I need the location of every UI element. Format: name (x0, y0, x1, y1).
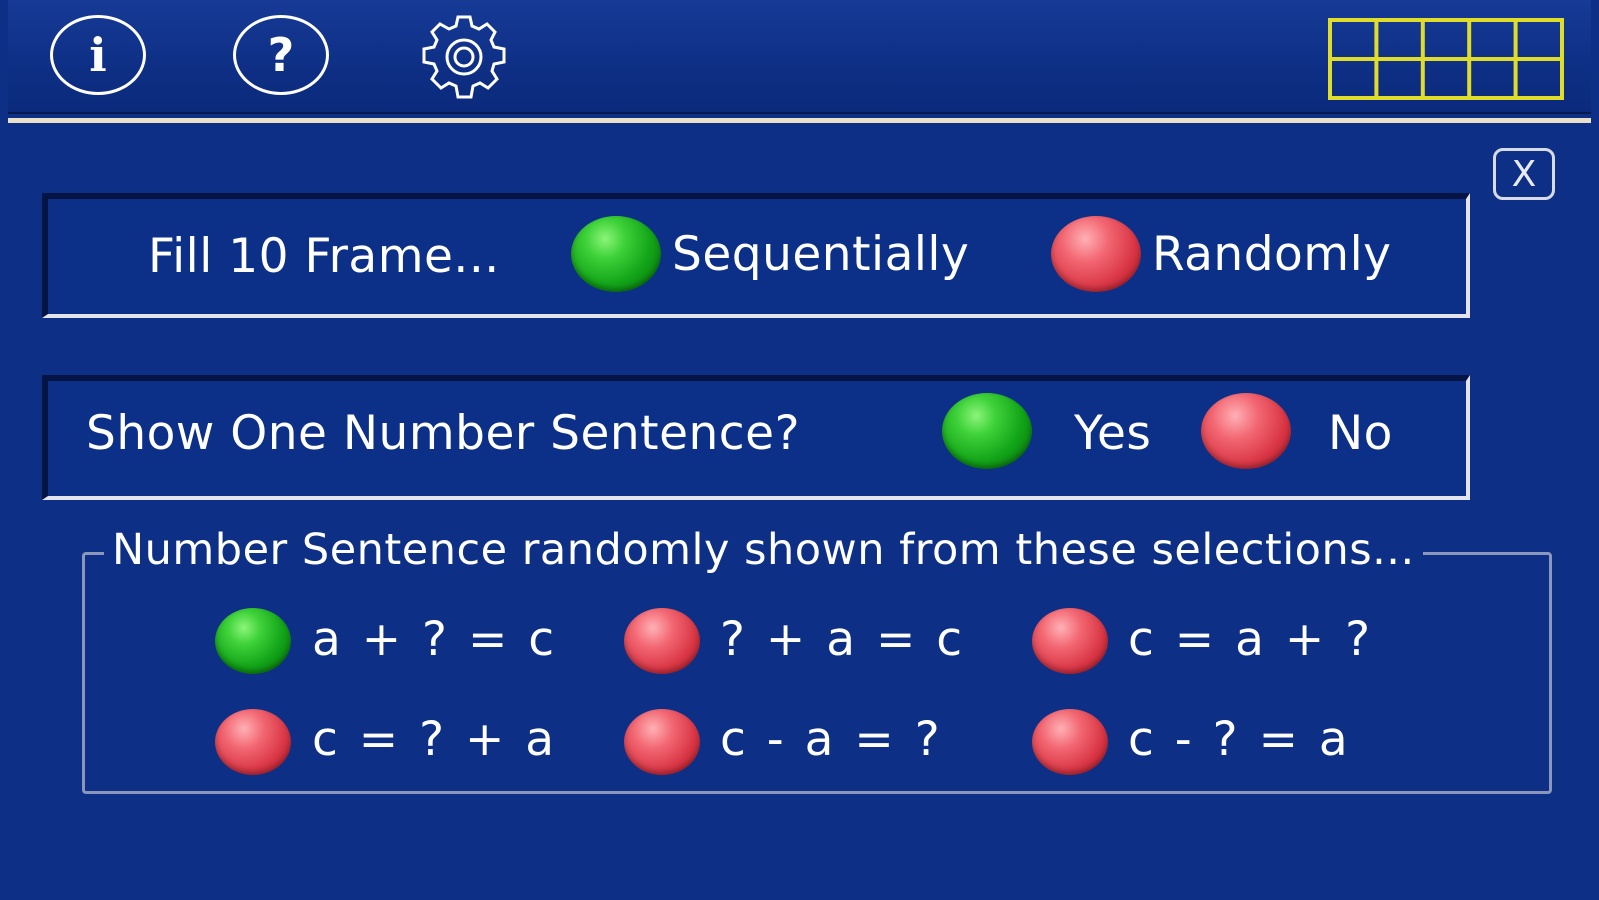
sentence-option-label[interactable]: a + ? = c (312, 612, 557, 667)
sentence-option-label[interactable]: c - a = ? (720, 712, 943, 767)
sentence-option-radio[interactable] (215, 608, 291, 674)
toolbar-divider (8, 118, 1591, 123)
show-sentence-panel: Show One Number Sentence? Yes No (42, 375, 1470, 500)
fill-frame-panel: Fill 10 Frame... Sequentially Randomly (42, 193, 1470, 318)
sentence-option-radio[interactable] (215, 709, 291, 775)
no-label[interactable]: No (1328, 406, 1393, 461)
randomly-label[interactable]: Randomly (1152, 227, 1391, 282)
sentence-option-radio[interactable] (1032, 709, 1108, 775)
help-button[interactable]: ? (233, 15, 329, 95)
sentence-option-label[interactable]: c = a + ? (1128, 612, 1373, 667)
ten-frame-icon[interactable] (1328, 18, 1564, 100)
sentence-option-radio[interactable] (624, 709, 700, 775)
sentence-option-radio[interactable] (624, 608, 700, 674)
sentence-option-radio[interactable] (1032, 608, 1108, 674)
settings-screen: i ? X Fill 10 Frame... Sequentially Rand… (0, 0, 1599, 900)
close-button[interactable]: X (1493, 148, 1555, 200)
sentence-option-label[interactable]: c = ? + a (312, 712, 557, 767)
info-button[interactable]: i (50, 15, 146, 95)
no-radio[interactable] (1201, 393, 1291, 469)
randomly-radio[interactable] (1051, 216, 1141, 292)
yes-radio[interactable] (942, 393, 1032, 469)
gear-icon[interactable] (413, 12, 515, 102)
sequentially-radio[interactable] (571, 216, 661, 292)
top-toolbar: i ? (8, 0, 1591, 112)
fill-frame-label: Fill 10 Frame... (148, 229, 500, 284)
sequentially-label[interactable]: Sequentially (672, 227, 969, 282)
sentence-group-title: Number Sentence randomly shown from thes… (104, 525, 1423, 575)
sentence-option-label[interactable]: c - ? = a (1128, 712, 1351, 767)
yes-label[interactable]: Yes (1074, 406, 1151, 461)
sentence-option-label[interactable]: ? + a = c (720, 612, 965, 667)
show-sentence-label: Show One Number Sentence? (86, 406, 801, 461)
